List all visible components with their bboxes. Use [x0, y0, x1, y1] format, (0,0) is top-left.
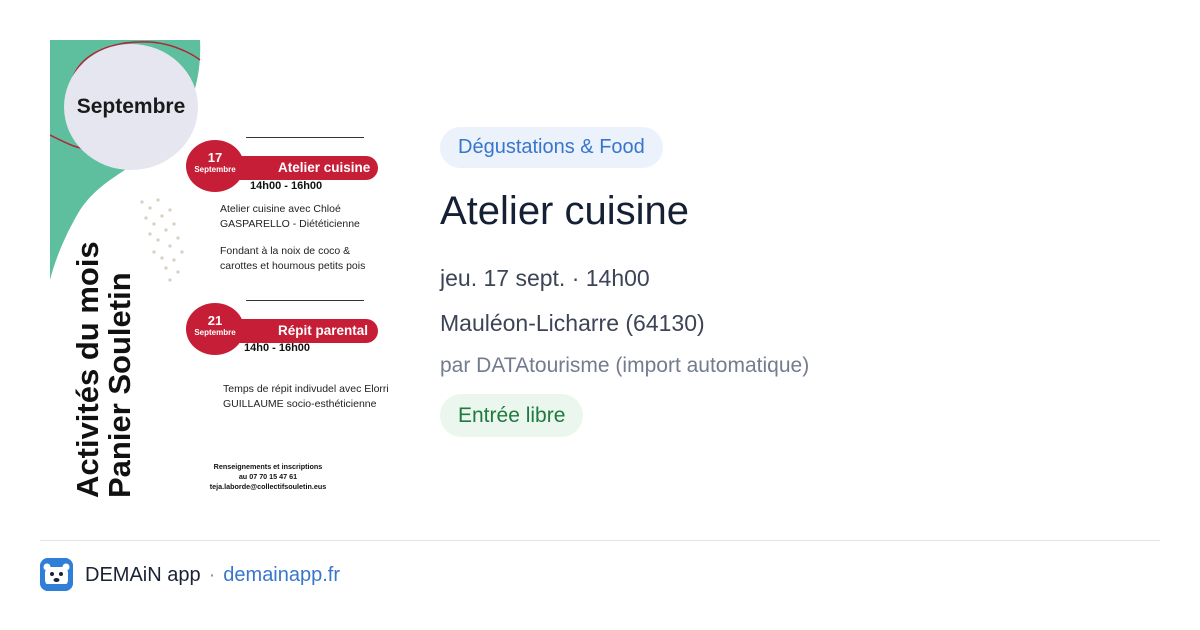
- poster-contact-title: Renseignements et inscriptions: [213, 462, 323, 471]
- poster-event1-day: 17: [207, 150, 223, 165]
- poster-month-badge: Septembre: [64, 44, 198, 170]
- poster-event2-date: 21 Septembre: [186, 303, 244, 355]
- poster-event1-desc1: Atelier cuisine avec Chloé GASPARELLO - …: [220, 203, 360, 230]
- poster-title-line2: Panier Souletin: [102, 272, 137, 498]
- poster-event1-desc2: Fondant à la noix de coco & carottes et …: [220, 245, 366, 272]
- poster-event2-time: 14h0 - 16h00: [244, 342, 311, 354]
- poster-title-line1: Activités du mois: [70, 241, 105, 498]
- poster-vertical-title: Activités du mois Panier Souletin: [70, 241, 137, 498]
- category-badge[interactable]: Dégustations & Food: [440, 127, 663, 168]
- app-logo-icon: [40, 558, 73, 591]
- footer-divider: [40, 540, 1160, 541]
- poster-contact: Renseignements et inscriptions au 07 70 …: [200, 462, 336, 492]
- footer-branding: DEMAiN app · demainapp.fr: [85, 561, 340, 589]
- event-source: par DATAtourisme (import automatique): [440, 354, 810, 377]
- poster-contact-phone: au 07 70 15 47 61: [238, 472, 298, 481]
- poster-event2-day: 21: [207, 313, 223, 328]
- poster-event1-time: 14h00 - 16h00: [250, 180, 323, 192]
- poster-event2-month: Septembre: [194, 328, 236, 337]
- poster-contact-email: teja.laborde@collectifsouletin.eus: [209, 482, 327, 491]
- poster-divider: [246, 300, 364, 301]
- price-badge: Entrée libre: [440, 394, 584, 437]
- event-location: Mauléon-Licharre (64130): [440, 310, 705, 336]
- poster-event2-desc1: Temps de répit indivudel avec Elorri GUI…: [223, 383, 389, 410]
- app-name: DEMAiN app: [85, 564, 201, 586]
- poster-month-label: Septembre: [76, 95, 186, 118]
- footer-separator: ·: [208, 564, 216, 586]
- event-datetime: jeu. 17 sept. · 14h00: [440, 265, 650, 291]
- poster-event1-date: 17 Septembre: [186, 140, 244, 192]
- site-link[interactable]: demainapp.fr: [223, 564, 340, 586]
- poster-event1-month: Septembre: [194, 165, 236, 174]
- event-title: Atelier cuisine: [440, 189, 690, 233]
- poster-divider: [246, 137, 364, 138]
- event-poster-image: Septembre Activités du mois Panier Soule…: [50, 40, 400, 500]
